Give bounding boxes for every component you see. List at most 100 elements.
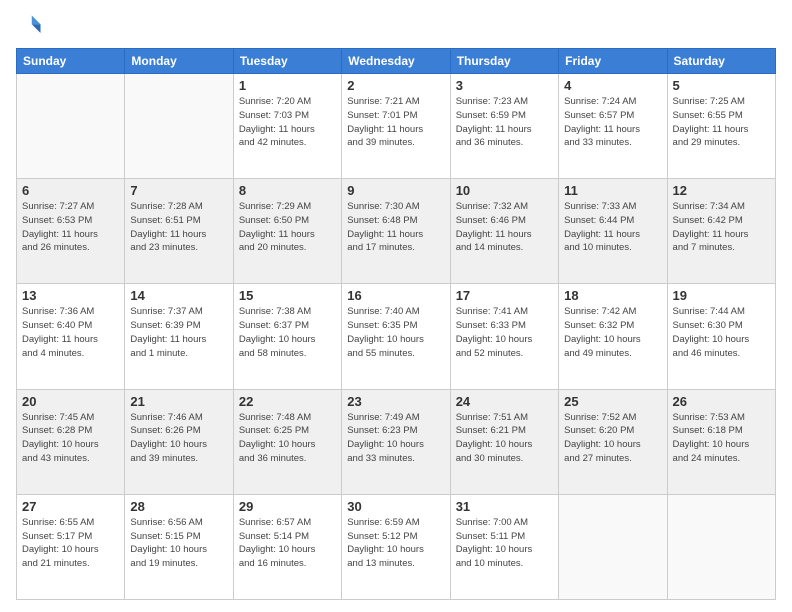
day-info: Sunrise: 7:36 AM Sunset: 6:40 PM Dayligh… bbox=[22, 305, 119, 360]
day-info: Sunrise: 7:49 AM Sunset: 6:23 PM Dayligh… bbox=[347, 411, 444, 466]
week-row-0: 1Sunrise: 7:20 AM Sunset: 7:03 PM Daylig… bbox=[17, 74, 776, 179]
calendar-cell: 4 Sunrise: 7:24 AM Sunset: 6:57 PM Daylig… bbox=[559, 74, 667, 179]
calendar-cell: 23 Sunrise: 7:49 AM Sunset: 6:23 PM Dayli… bbox=[342, 389, 450, 494]
calendar-cell: 29 Sunrise: 6:57 AM Sunset: 5:14 PM Dayli… bbox=[233, 494, 341, 599]
week-row-3: 20 Sunrise: 7:45 AM Sunset: 6:28 PM Dayli… bbox=[17, 389, 776, 494]
calendar-body: 1Sunrise: 7:20 AM Sunset: 7:03 PM Daylig… bbox=[17, 74, 776, 600]
day-info: Sunrise: 7:27 AM Sunset: 6:53 PM Dayligh… bbox=[22, 200, 119, 255]
day-number: 24 bbox=[456, 394, 553, 409]
day-number: 9 bbox=[347, 183, 444, 198]
day-number: 8 bbox=[239, 183, 336, 198]
day-number: 26 bbox=[673, 394, 770, 409]
calendar-cell: 8Sunrise: 7:29 AM Sunset: 6:50 PM Daylig… bbox=[233, 179, 341, 284]
day-number: 3 bbox=[456, 78, 553, 93]
weekday-header-sunday: Sunday bbox=[17, 49, 125, 74]
day-info: Sunrise: 7:48 AM Sunset: 6:25 PM Dayligh… bbox=[239, 411, 336, 466]
day-number: 21 bbox=[130, 394, 227, 409]
calendar-cell bbox=[125, 74, 233, 179]
day-number: 20 bbox=[22, 394, 119, 409]
day-number: 28 bbox=[130, 499, 227, 514]
calendar-cell: 31Sunrise: 7:00 AM Sunset: 5:11 PM Dayli… bbox=[450, 494, 558, 599]
day-number: 14 bbox=[130, 288, 227, 303]
calendar-cell: 20 Sunrise: 7:45 AM Sunset: 6:28 PM Dayli… bbox=[17, 389, 125, 494]
calendar-cell bbox=[667, 494, 775, 599]
calendar-cell: 30 Sunrise: 6:59 AM Sunset: 5:12 PM Dayli… bbox=[342, 494, 450, 599]
weekday-header-monday: Monday bbox=[125, 49, 233, 74]
calendar-cell: 28 Sunrise: 6:56 AM Sunset: 5:15 PM Dayli… bbox=[125, 494, 233, 599]
day-info: Sunrise: 7:45 AM Sunset: 6:28 PM Dayligh… bbox=[22, 411, 119, 466]
calendar-cell: 1Sunrise: 7:20 AM Sunset: 7:03 PM Daylig… bbox=[233, 74, 341, 179]
day-info: Sunrise: 6:59 AM Sunset: 5:12 PM Dayligh… bbox=[347, 516, 444, 571]
day-number: 5 bbox=[673, 78, 770, 93]
day-number: 7 bbox=[130, 183, 227, 198]
day-info: Sunrise: 6:55 AM Sunset: 5:17 PM Dayligh… bbox=[22, 516, 119, 571]
calendar-cell: 14 Sunrise: 7:37 AM Sunset: 6:39 PM Dayli… bbox=[125, 284, 233, 389]
day-info: Sunrise: 7:28 AM Sunset: 6:51 PM Dayligh… bbox=[130, 200, 227, 255]
calendar-cell: 6 Sunrise: 7:27 AM Sunset: 6:53 PM Daylig… bbox=[17, 179, 125, 284]
day-number: 16 bbox=[347, 288, 444, 303]
logo-icon bbox=[16, 12, 44, 40]
day-number: 1 bbox=[239, 78, 336, 93]
weekday-header-wednesday: Wednesday bbox=[342, 49, 450, 74]
calendar-cell: 16 Sunrise: 7:40 AM Sunset: 6:35 PM Dayli… bbox=[342, 284, 450, 389]
calendar-cell: 7 Sunrise: 7:28 AM Sunset: 6:51 PM Daylig… bbox=[125, 179, 233, 284]
day-number: 30 bbox=[347, 499, 444, 514]
weekday-header-tuesday: Tuesday bbox=[233, 49, 341, 74]
logo bbox=[16, 12, 48, 40]
weekday-header-saturday: Saturday bbox=[667, 49, 775, 74]
calendar-cell: 27 Sunrise: 6:55 AM Sunset: 5:17 PM Dayli… bbox=[17, 494, 125, 599]
calendar-cell: 5 Sunrise: 7:25 AM Sunset: 6:55 PM Daylig… bbox=[667, 74, 775, 179]
day-number: 23 bbox=[347, 394, 444, 409]
day-info: Sunrise: 6:56 AM Sunset: 5:15 PM Dayligh… bbox=[130, 516, 227, 571]
day-number: 6 bbox=[22, 183, 119, 198]
day-info: Sunrise: 6:57 AM Sunset: 5:14 PM Dayligh… bbox=[239, 516, 336, 571]
header bbox=[16, 12, 776, 40]
day-info: Sunrise: 7:40 AM Sunset: 6:35 PM Dayligh… bbox=[347, 305, 444, 360]
calendar-cell: 11Sunrise: 7:33 AM Sunset: 6:44 PM Dayli… bbox=[559, 179, 667, 284]
day-number: 2 bbox=[347, 78, 444, 93]
day-info: Sunrise: 7:30 AM Sunset: 6:48 PM Dayligh… bbox=[347, 200, 444, 255]
calendar-table: SundayMondayTuesdayWednesdayThursdayFrid… bbox=[16, 48, 776, 600]
calendar-cell: 12Sunrise: 7:34 AM Sunset: 6:42 PM Dayli… bbox=[667, 179, 775, 284]
weekday-header-thursday: Thursday bbox=[450, 49, 558, 74]
calendar-cell: 19 Sunrise: 7:44 AM Sunset: 6:30 PM Dayli… bbox=[667, 284, 775, 389]
day-number: 17 bbox=[456, 288, 553, 303]
day-info: Sunrise: 7:41 AM Sunset: 6:33 PM Dayligh… bbox=[456, 305, 553, 360]
day-info: Sunrise: 7:37 AM Sunset: 6:39 PM Dayligh… bbox=[130, 305, 227, 360]
day-info: Sunrise: 7:25 AM Sunset: 6:55 PM Dayligh… bbox=[673, 95, 770, 150]
day-info: Sunrise: 7:42 AM Sunset: 6:32 PM Dayligh… bbox=[564, 305, 661, 360]
day-number: 13 bbox=[22, 288, 119, 303]
day-number: 25 bbox=[564, 394, 661, 409]
calendar-cell: 3Sunrise: 7:23 AM Sunset: 6:59 PM Daylig… bbox=[450, 74, 558, 179]
calendar-cell bbox=[559, 494, 667, 599]
day-info: Sunrise: 7:21 AM Sunset: 7:01 PM Dayligh… bbox=[347, 95, 444, 150]
calendar-cell: 13 Sunrise: 7:36 AM Sunset: 6:40 PM Dayli… bbox=[17, 284, 125, 389]
day-info: Sunrise: 7:52 AM Sunset: 6:20 PM Dayligh… bbox=[564, 411, 661, 466]
day-number: 22 bbox=[239, 394, 336, 409]
weekday-header-friday: Friday bbox=[559, 49, 667, 74]
calendar-header: SundayMondayTuesdayWednesdayThursdayFrid… bbox=[17, 49, 776, 74]
day-info: Sunrise: 7:44 AM Sunset: 6:30 PM Dayligh… bbox=[673, 305, 770, 360]
day-number: 27 bbox=[22, 499, 119, 514]
weekday-row: SundayMondayTuesdayWednesdayThursdayFrid… bbox=[17, 49, 776, 74]
day-number: 10 bbox=[456, 183, 553, 198]
day-number: 4 bbox=[564, 78, 661, 93]
day-number: 29 bbox=[239, 499, 336, 514]
calendar-cell: 26Sunrise: 7:53 AM Sunset: 6:18 PM Dayli… bbox=[667, 389, 775, 494]
calendar-cell: 25 Sunrise: 7:52 AM Sunset: 6:20 PM Dayli… bbox=[559, 389, 667, 494]
day-info: Sunrise: 7:00 AM Sunset: 5:11 PM Dayligh… bbox=[456, 516, 553, 571]
day-number: 12 bbox=[673, 183, 770, 198]
day-number: 15 bbox=[239, 288, 336, 303]
calendar-cell: 24 Sunrise: 7:51 AM Sunset: 6:21 PM Dayli… bbox=[450, 389, 558, 494]
page: SundayMondayTuesdayWednesdayThursdayFrid… bbox=[0, 0, 792, 612]
calendar-cell: 10 Sunrise: 7:32 AM Sunset: 6:46 PM Dayli… bbox=[450, 179, 558, 284]
day-number: 19 bbox=[673, 288, 770, 303]
day-info: Sunrise: 7:24 AM Sunset: 6:57 PM Dayligh… bbox=[564, 95, 661, 150]
day-info: Sunrise: 7:32 AM Sunset: 6:46 PM Dayligh… bbox=[456, 200, 553, 255]
calendar-cell bbox=[17, 74, 125, 179]
day-info: Sunrise: 7:33 AM Sunset: 6:44 PM Dayligh… bbox=[564, 200, 661, 255]
calendar-cell: 17 Sunrise: 7:41 AM Sunset: 6:33 PM Dayli… bbox=[450, 284, 558, 389]
day-info: Sunrise: 7:51 AM Sunset: 6:21 PM Dayligh… bbox=[456, 411, 553, 466]
calendar-cell: 22 Sunrise: 7:48 AM Sunset: 6:25 PM Dayli… bbox=[233, 389, 341, 494]
calendar-cell: 9 Sunrise: 7:30 AM Sunset: 6:48 PM Daylig… bbox=[342, 179, 450, 284]
